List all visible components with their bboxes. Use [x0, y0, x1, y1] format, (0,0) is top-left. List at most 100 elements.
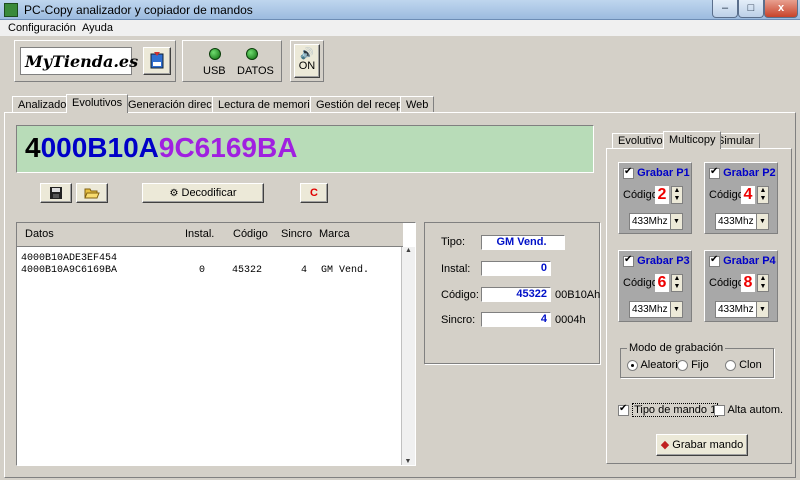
scroll-up-icon[interactable]: ▲ — [402, 247, 415, 254]
row-datos: 4000B10A9C6169BA — [21, 265, 118, 276]
right-tab-multicopy[interactable]: Multicopy — [663, 131, 722, 149]
chevron-down-icon: ▼ — [756, 302, 768, 317]
sound-panel: 🔊 ON — [290, 40, 324, 82]
table-row[interactable]: 4000B10A9C6169BA 0 45322 4 GM Vend. — [19, 265, 403, 278]
tipo-mando-label: Tipo de mando 1 — [632, 403, 719, 417]
slot-p2-spinner[interactable]: ▲ ▼ — [757, 186, 769, 204]
tipo-mando-checkbox[interactable] — [618, 403, 629, 416]
slot-p2-freq-select[interactable]: 433Mhz ▼ — [715, 213, 769, 230]
header-instal[interactable]: Instal. — [185, 228, 214, 240]
tab-evolutivos[interactable]: Evolutivos — [66, 94, 129, 113]
radio-aleatorio[interactable] — [627, 359, 638, 371]
slot-p3-code[interactable]: 6 — [655, 274, 669, 292]
header-sincro[interactable]: Sincro — [281, 228, 312, 240]
vertical-scrollbar[interactable]: ▲ ▼ — [401, 247, 415, 465]
datos-label: DATOS — [237, 65, 274, 77]
slot-p1-freq-select[interactable]: 433Mhz ▼ — [629, 213, 683, 230]
chevron-down-icon: ▼ — [670, 302, 682, 317]
recording-mode-title: Modo de grabación — [627, 342, 726, 354]
title-bar: PC-Copy analizador y copiador de mandos … — [0, 0, 800, 20]
code-part-2: 000B10A — [40, 132, 159, 163]
slot-p2: Grabar P2 Código: 4 ▲▼ 433Mhz▼ — [704, 162, 778, 234]
close-button[interactable]: x — [764, 0, 798, 18]
menu-configuracion[interactable]: Configuración — [8, 22, 76, 34]
usb-device-icon — [150, 52, 164, 69]
row-codigo: 45322 — [232, 265, 263, 276]
tipo-mando-option: Tipo de mando 1 — [618, 403, 719, 417]
slot-p3-freq: 433Mhz — [632, 304, 668, 315]
grabar-mando-button[interactable]: ◆ Grabar mando — [656, 434, 748, 456]
tipo-label: Tipo: — [441, 236, 466, 248]
logo: MyTienda.es — [20, 47, 138, 75]
grabar-mando-label: Grabar mando — [672, 439, 744, 451]
decode-icon: ⚙ — [169, 188, 179, 199]
maximize-button[interactable]: □ — [738, 0, 764, 18]
chevron-down-icon: ▼ — [670, 214, 682, 229]
slot-p2-checkbox[interactable] — [709, 166, 720, 179]
slot-p2-label: Grabar P2 — [723, 167, 776, 179]
code-display: 4000B10A9C6169BA — [16, 125, 594, 173]
tab-web[interactable]: Web — [400, 96, 435, 112]
radio-clon-label: Clon — [739, 359, 762, 371]
slot-p4-code[interactable]: 8 — [741, 274, 755, 292]
row-instal: 0 — [199, 265, 206, 276]
speaker-icon: 🔊 — [300, 48, 314, 60]
decode-label: Decodificar — [181, 187, 237, 199]
menu-ayuda[interactable]: Ayuda — [82, 22, 113, 34]
chevron-down-icon: ▼ — [756, 214, 768, 229]
header-datos[interactable]: Datos — [25, 228, 54, 240]
table-header: Datos Instal. Código Sincro Marca — [17, 223, 403, 247]
sound-toggle-button[interactable]: 🔊 ON — [294, 44, 320, 78]
slot-p4-spinner[interactable]: ▲ ▼ — [757, 274, 769, 292]
radio-fijo[interactable] — [677, 359, 688, 371]
slot-p3-checkbox[interactable] — [623, 254, 634, 267]
datos-led-icon — [246, 48, 258, 60]
logo-panel: MyTienda.es — [14, 40, 176, 82]
slot-p1-checkbox[interactable] — [623, 166, 634, 179]
slot-p4-freq-select[interactable]: 433Mhz ▼ — [715, 301, 769, 318]
status-panel: USB DATOS — [182, 40, 282, 82]
slot-p2-code[interactable]: 4 — [741, 186, 755, 204]
app-icon — [4, 3, 18, 17]
instal-field[interactable]: 0 — [481, 261, 551, 276]
row-marca: GM Vend. — [321, 265, 370, 276]
save-button[interactable] — [40, 183, 72, 203]
slot-p4-checkbox[interactable] — [709, 254, 720, 267]
open-button[interactable] — [76, 183, 108, 203]
decode-button[interactable]: ⚙ Decodificar — [142, 183, 264, 203]
radio-fijo-label: Fijo — [691, 359, 709, 371]
sincro-hex: 0004h — [555, 314, 586, 326]
slot-p1-label: Grabar P1 — [637, 167, 690, 179]
details-panel: Tipo: GM Vend. Instal: 0 Código: 45322 0… — [424, 222, 600, 364]
slot-p1-code[interactable]: 2 — [655, 186, 669, 204]
header-codigo[interactable]: Código — [233, 228, 268, 240]
slot-p3-spinner[interactable]: ▲ ▼ — [671, 274, 683, 292]
recording-mode-group: Modo de grabación Aleatorio Fijo Clon — [620, 342, 774, 378]
clear-button[interactable]: C — [300, 183, 328, 203]
usb-led-icon — [209, 48, 221, 60]
slot-p2-freq: 433Mhz — [718, 216, 754, 227]
alta-autom-option: Alta autom. — [714, 404, 783, 416]
slot-p1-spinner[interactable]: ▲ ▼ — [671, 186, 683, 204]
remote-icon: ◆ — [660, 439, 670, 451]
alta-autom-label: Alta autom. — [727, 404, 784, 416]
usb-connect-button[interactable] — [143, 47, 171, 75]
sincro-field[interactable]: 4 — [481, 312, 551, 327]
code-part-3: 9C6169BA — [158, 132, 298, 163]
codigo-field[interactable]: 45322 — [481, 287, 551, 302]
codigo-hex: 00B10Ah — [555, 289, 601, 301]
slot-p1: Grabar P1 Código: 2 ▲▼ 433Mhz▼ — [618, 162, 692, 234]
instal-label: Instal: — [441, 263, 471, 275]
data-table: Datos Instal. Código Sincro Marca 4000B1… — [16, 222, 416, 466]
scroll-down-icon[interactable]: ▼ — [402, 458, 414, 465]
minimize-button[interactable]: – — [712, 0, 738, 18]
slot-p4-freq: 433Mhz — [718, 304, 754, 315]
radio-clon[interactable] — [725, 359, 736, 371]
slot-p3-freq-select[interactable]: 433Mhz ▼ — [629, 301, 683, 318]
window-title: PC-Copy analizador y copiador de mandos — [24, 3, 253, 17]
tipo-field[interactable]: GM Vend. — [481, 235, 565, 250]
header-marca[interactable]: Marca — [319, 228, 350, 240]
alta-autom-checkbox[interactable] — [714, 404, 725, 416]
row-datos: 4000B10ADE3EF454 — [21, 253, 118, 264]
folder-open-icon — [84, 188, 100, 199]
